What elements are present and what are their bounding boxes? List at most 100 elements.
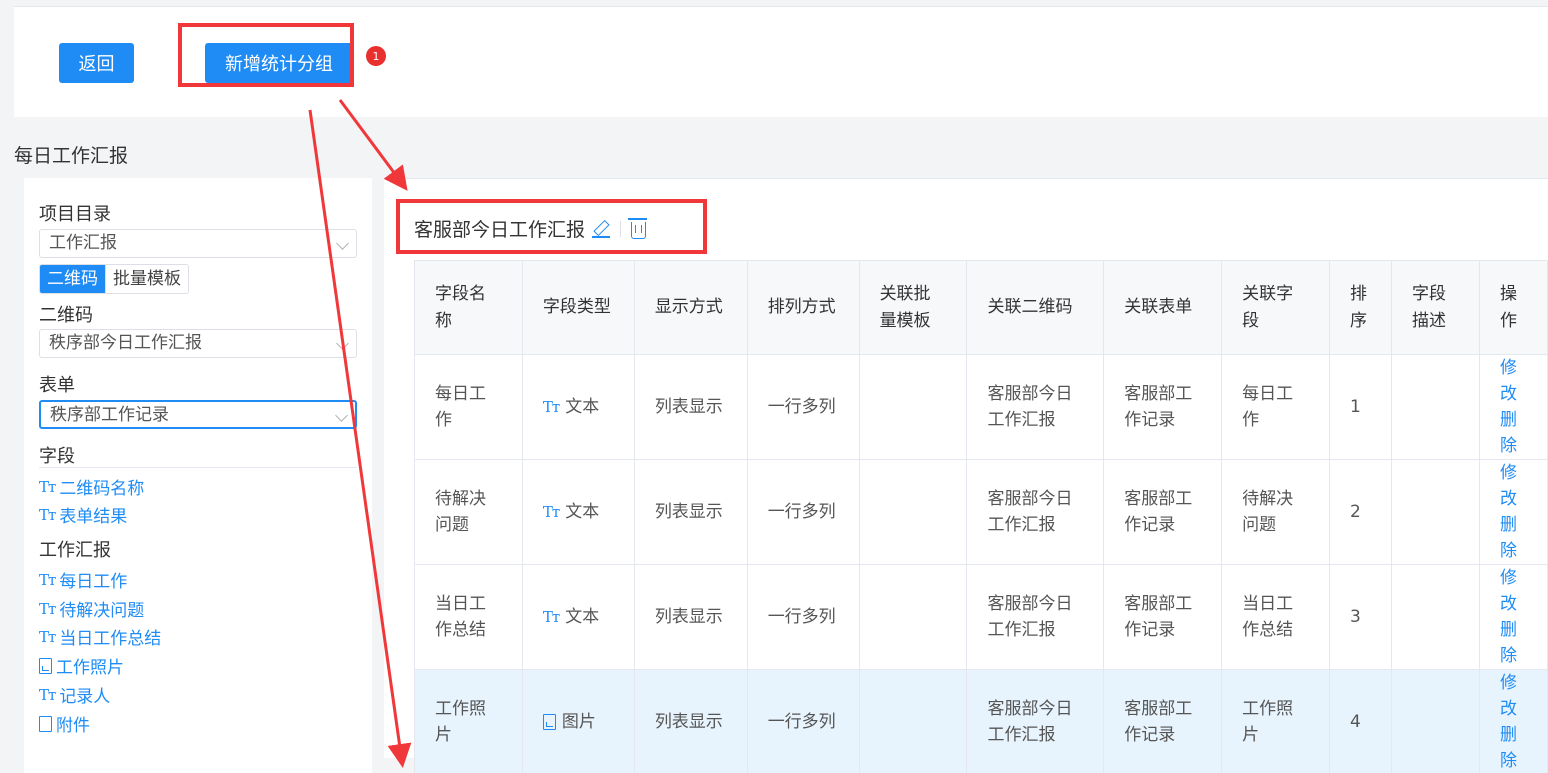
cell-type: Tт 文本 [521,354,635,460]
type-label: 文本 [565,397,600,417]
cell-display: 列表显示 [633,669,748,773]
field-item[interactable]: 附件 [39,711,90,736]
project-select-value: 工作汇报 [49,233,117,253]
annotation-box-group-title [396,199,707,254]
project-label: 项目目录 [39,204,111,225]
field-label: 二维码名称 [59,479,145,499]
cell-desc [1391,459,1480,565]
cell-desc [1391,564,1480,670]
qrcode-label: 二维码 [39,305,93,326]
cell-actions: 修改 删除 [1478,669,1548,773]
field-item[interactable]: Tт 记录人 [39,682,110,708]
column-header: 排序 [1329,260,1393,355]
text-icon: Tт [542,608,560,626]
annotation-box-add-button [178,23,354,87]
cell-batch [858,669,968,773]
text-icon: Tт [39,477,56,496]
form-select-value: 秩序部工作记录 [50,405,169,425]
cell-layout: 一行多列 [746,354,860,460]
delete-link[interactable]: 删除 [1500,407,1527,459]
fields-label: 字段 [39,446,75,467]
column-header: 字段类型 [521,260,635,355]
edit-link[interactable]: 修改 [1500,670,1527,722]
field-label: 工作照片 [56,658,124,678]
cell-order: 3 [1329,564,1393,670]
field-item[interactable]: Tт 待解决问题 [39,596,145,622]
field-label: 待解决问题 [59,601,145,621]
field-item[interactable]: Tт 表单结果 [39,502,127,528]
table-row: 当日工作总结 Tт 文本 列表显示 一行多列 客服部今日工作汇报 客服部工作记录 … [414,564,1548,670]
chevron-down-icon [336,237,349,250]
field-label: 附件 [56,716,90,736]
type-label: 文本 [565,607,600,627]
column-header: 显示方式 [633,260,748,355]
type-label: 图片 [561,712,596,732]
field-item[interactable]: 工作照片 [39,653,124,678]
table-header-row: 字段名称 字段类型 显示方式 排列方式 关联批量模板 关联二维码 关联表单 关联… [414,260,1548,355]
cell-order: 1 [1329,354,1393,460]
cell-actions: 修改 删除 [1478,459,1548,565]
column-header: 关联表单 [1103,260,1223,355]
edit-link[interactable]: 修改 [1500,565,1527,617]
back-button[interactable]: 返回 [59,43,134,83]
cell-qrcode: 客服部今日工作汇报 [966,459,1105,565]
field-item[interactable]: Tт 当日工作总结 [39,624,162,650]
project-select[interactable]: 工作汇报 [39,229,357,258]
image-file-icon [542,714,556,730]
cell-name: 工作照片 [414,669,523,773]
text-icon: Tт [542,503,560,521]
divider [39,467,357,468]
delete-link[interactable]: 删除 [1500,512,1527,564]
edit-link[interactable]: 修改 [1500,355,1527,407]
cell-field: 每日工作 [1221,354,1331,460]
column-header: 关联字段 [1221,260,1331,355]
cell-qrcode: 客服部今日工作汇报 [966,354,1105,460]
tab-qrcode[interactable]: 二维码 [40,265,105,293]
form-select[interactable]: 秩序部工作记录 [39,400,357,429]
fields-table: 字段名称 字段类型 显示方式 排列方式 关联批量模板 关联二维码 关联表单 关联… [414,260,1548,773]
edit-link[interactable]: 修改 [1500,460,1527,512]
field-label: 当日工作总结 [59,629,162,649]
cell-form: 客服部工作记录 [1103,354,1223,460]
cell-desc [1391,354,1480,460]
cell-desc [1391,669,1480,773]
tab-batch-template[interactable]: 批量模板 [105,265,188,293]
cell-field: 当日工作总结 [1221,564,1331,670]
table-row: 工作照片 图片 列表显示 一行多列 客服部今日工作汇报 客服部工作记录 工作照片… [414,669,1548,773]
text-icon: Tт [39,505,56,524]
chevron-down-icon [336,337,349,350]
cell-layout: 一行多列 [746,459,860,565]
source-tabs: 二维码 批量模板 [39,264,189,294]
delete-link[interactable]: 删除 [1500,722,1527,773]
cell-qrcode: 客服部今日工作汇报 [966,669,1105,773]
cell-qrcode: 客服部今日工作汇报 [966,564,1105,670]
column-header: 排列方式 [746,260,860,355]
cell-actions: 修改 删除 [1478,354,1548,460]
qrcode-select[interactable]: 秩序部今日工作汇报 [39,329,357,358]
cell-batch [858,354,968,460]
sidebar: 项目目录 工作汇报 二维码 批量模板 二维码 秩序部今日工作汇报 表单 秩序部工… [24,178,372,773]
cell-type: Tт 文本 [521,564,635,670]
chevron-down-icon [335,409,348,422]
field-item[interactable]: Tт 二维码名称 [39,474,145,500]
cell-type: Tт 文本 [521,459,635,565]
cell-type: 图片 [521,669,635,773]
text-icon: Tт [39,627,56,646]
cell-field: 待解决问题 [1221,459,1331,565]
table-row: 每日工作 Tт 文本 列表显示 一行多列 客服部今日工作汇报 客服部工作记录 每日… [414,354,1548,460]
cell-order: 4 [1329,669,1393,773]
step-badge: 1 [366,46,386,66]
field-item[interactable]: Tт 每日工作 [39,567,127,593]
column-header: 字段名称 [414,260,523,355]
cell-display: 列表显示 [633,459,748,565]
cell-name: 待解决问题 [414,459,523,565]
cell-name: 每日工作 [414,354,523,460]
cell-form: 客服部工作记录 [1103,564,1223,670]
cell-batch [858,459,968,565]
cell-display: 列表显示 [633,564,748,670]
qrcode-select-value: 秩序部今日工作汇报 [49,333,202,353]
column-header: 关联批量模板 [858,260,968,355]
table-row: 待解决问题 Tт 文本 列表显示 一行多列 客服部今日工作汇报 客服部工作记录 待… [414,459,1548,565]
cell-actions: 修改 删除 [1478,564,1548,670]
delete-link[interactable]: 删除 [1500,617,1527,669]
